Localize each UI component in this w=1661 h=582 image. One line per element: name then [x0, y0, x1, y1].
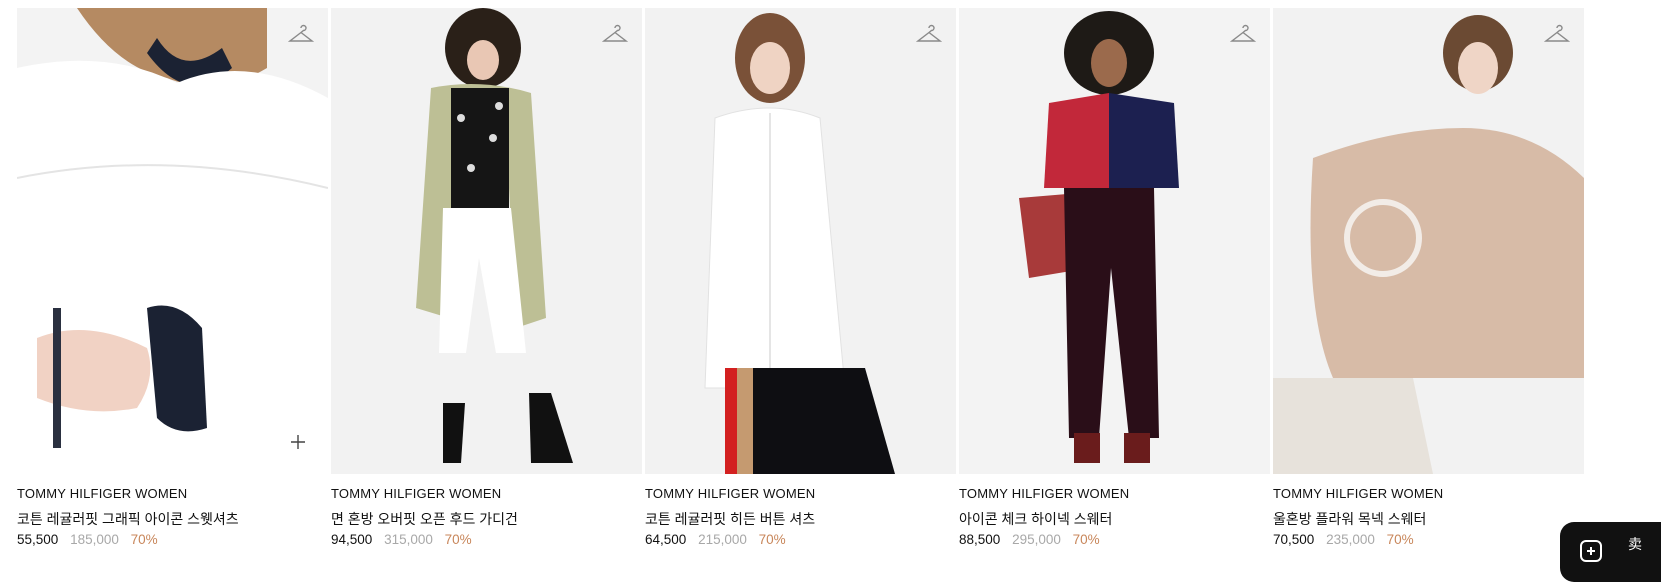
sale-price: 55,500	[17, 532, 59, 547]
product-card[interactable]: TOMMY HILFIGER WOMEN 코튼 레귤러핏 그래픽 아이콘 스웻셔…	[17, 8, 328, 554]
brand-name: TOMMY HILFIGER WOMEN	[959, 486, 1130, 501]
brand-name: TOMMY HILFIGER WOMEN	[17, 486, 188, 501]
brand-name: TOMMY HILFIGER WOMEN	[331, 486, 502, 501]
discount-rate: 70%	[444, 532, 472, 547]
product-photo	[331, 8, 642, 474]
product-image[interactable]	[331, 8, 642, 474]
sale-price: 88,500	[959, 532, 1001, 547]
product-name[interactable]: 면 혼방 오버핏 오픈 후드 가디건	[331, 509, 518, 529]
price-row: 64,500 215,000 70%	[645, 532, 786, 547]
product-image[interactable]	[645, 8, 956, 474]
product-grid: TOMMY HILFIGER WOMEN 코튼 레귤러핏 그래픽 아이콘 스웻셔…	[17, 8, 1661, 554]
floating-button-label: 卖	[1628, 536, 1642, 552]
product-name[interactable]: 코튼 레귤러핏 히든 버튼 셔츠	[645, 509, 815, 529]
brand-name: TOMMY HILFIGER WOMEN	[645, 486, 816, 501]
product-photo	[17, 8, 328, 474]
product-photo	[645, 8, 956, 474]
original-price: 185,000	[70, 532, 119, 547]
product-name[interactable]: 울혼방 플라워 목넥 스웨터	[1273, 509, 1426, 529]
sale-price: 94,500	[331, 532, 373, 547]
product-card[interactable]: TOMMY HILFIGER WOMEN 면 혼방 오버핏 오픈 후드 가디건 …	[331, 8, 642, 554]
chat-icon	[1580, 540, 1602, 562]
hanger-icon[interactable]	[288, 22, 314, 48]
sale-price: 70,500	[1273, 532, 1315, 547]
discount-rate: 70%	[758, 532, 786, 547]
product-name[interactable]: 코튼 레귤러핏 그래픽 아이콘 스웻셔츠	[17, 509, 239, 529]
original-price: 295,000	[1012, 532, 1061, 547]
discount-rate: 70%	[1386, 532, 1414, 547]
price-row: 55,500 185,000 70%	[17, 532, 158, 547]
hanger-icon[interactable]	[602, 22, 628, 48]
original-price: 315,000	[384, 532, 433, 547]
discount-rate: 70%	[130, 532, 158, 547]
plus-icon[interactable]	[289, 433, 307, 451]
hanger-icon[interactable]	[916, 22, 942, 48]
original-price: 215,000	[698, 532, 747, 547]
discount-rate: 70%	[1072, 532, 1100, 547]
original-price: 235,000	[1326, 532, 1375, 547]
brand-name: TOMMY HILFIGER WOMEN	[1273, 486, 1444, 501]
product-card[interactable]: TOMMY HILFIGER WOMEN 아이콘 체크 하이넥 스웨터 88,5…	[959, 8, 1270, 554]
sale-price: 64,500	[645, 532, 687, 547]
price-row: 88,500 295,000 70%	[959, 532, 1100, 547]
floating-chat-button[interactable]: 卖	[1560, 522, 1661, 582]
hanger-icon[interactable]	[1230, 22, 1256, 48]
product-card[interactable]: TOMMY HILFIGER WOMEN 울혼방 플라워 목넥 스웨터 70,5…	[1273, 8, 1584, 554]
price-row: 70,500 235,000 70%	[1273, 532, 1414, 547]
product-photo	[1273, 8, 1584, 474]
product-image[interactable]	[17, 8, 328, 474]
product-image[interactable]	[959, 8, 1270, 474]
product-card[interactable]: TOMMY HILFIGER WOMEN 코튼 레귤러핏 히든 버튼 셔츠 64…	[645, 8, 956, 554]
product-image[interactable]	[1273, 8, 1584, 474]
price-row: 94,500 315,000 70%	[331, 532, 472, 547]
product-name[interactable]: 아이콘 체크 하이넥 스웨터	[959, 509, 1112, 529]
hanger-icon[interactable]	[1544, 22, 1570, 48]
product-photo	[959, 8, 1270, 474]
